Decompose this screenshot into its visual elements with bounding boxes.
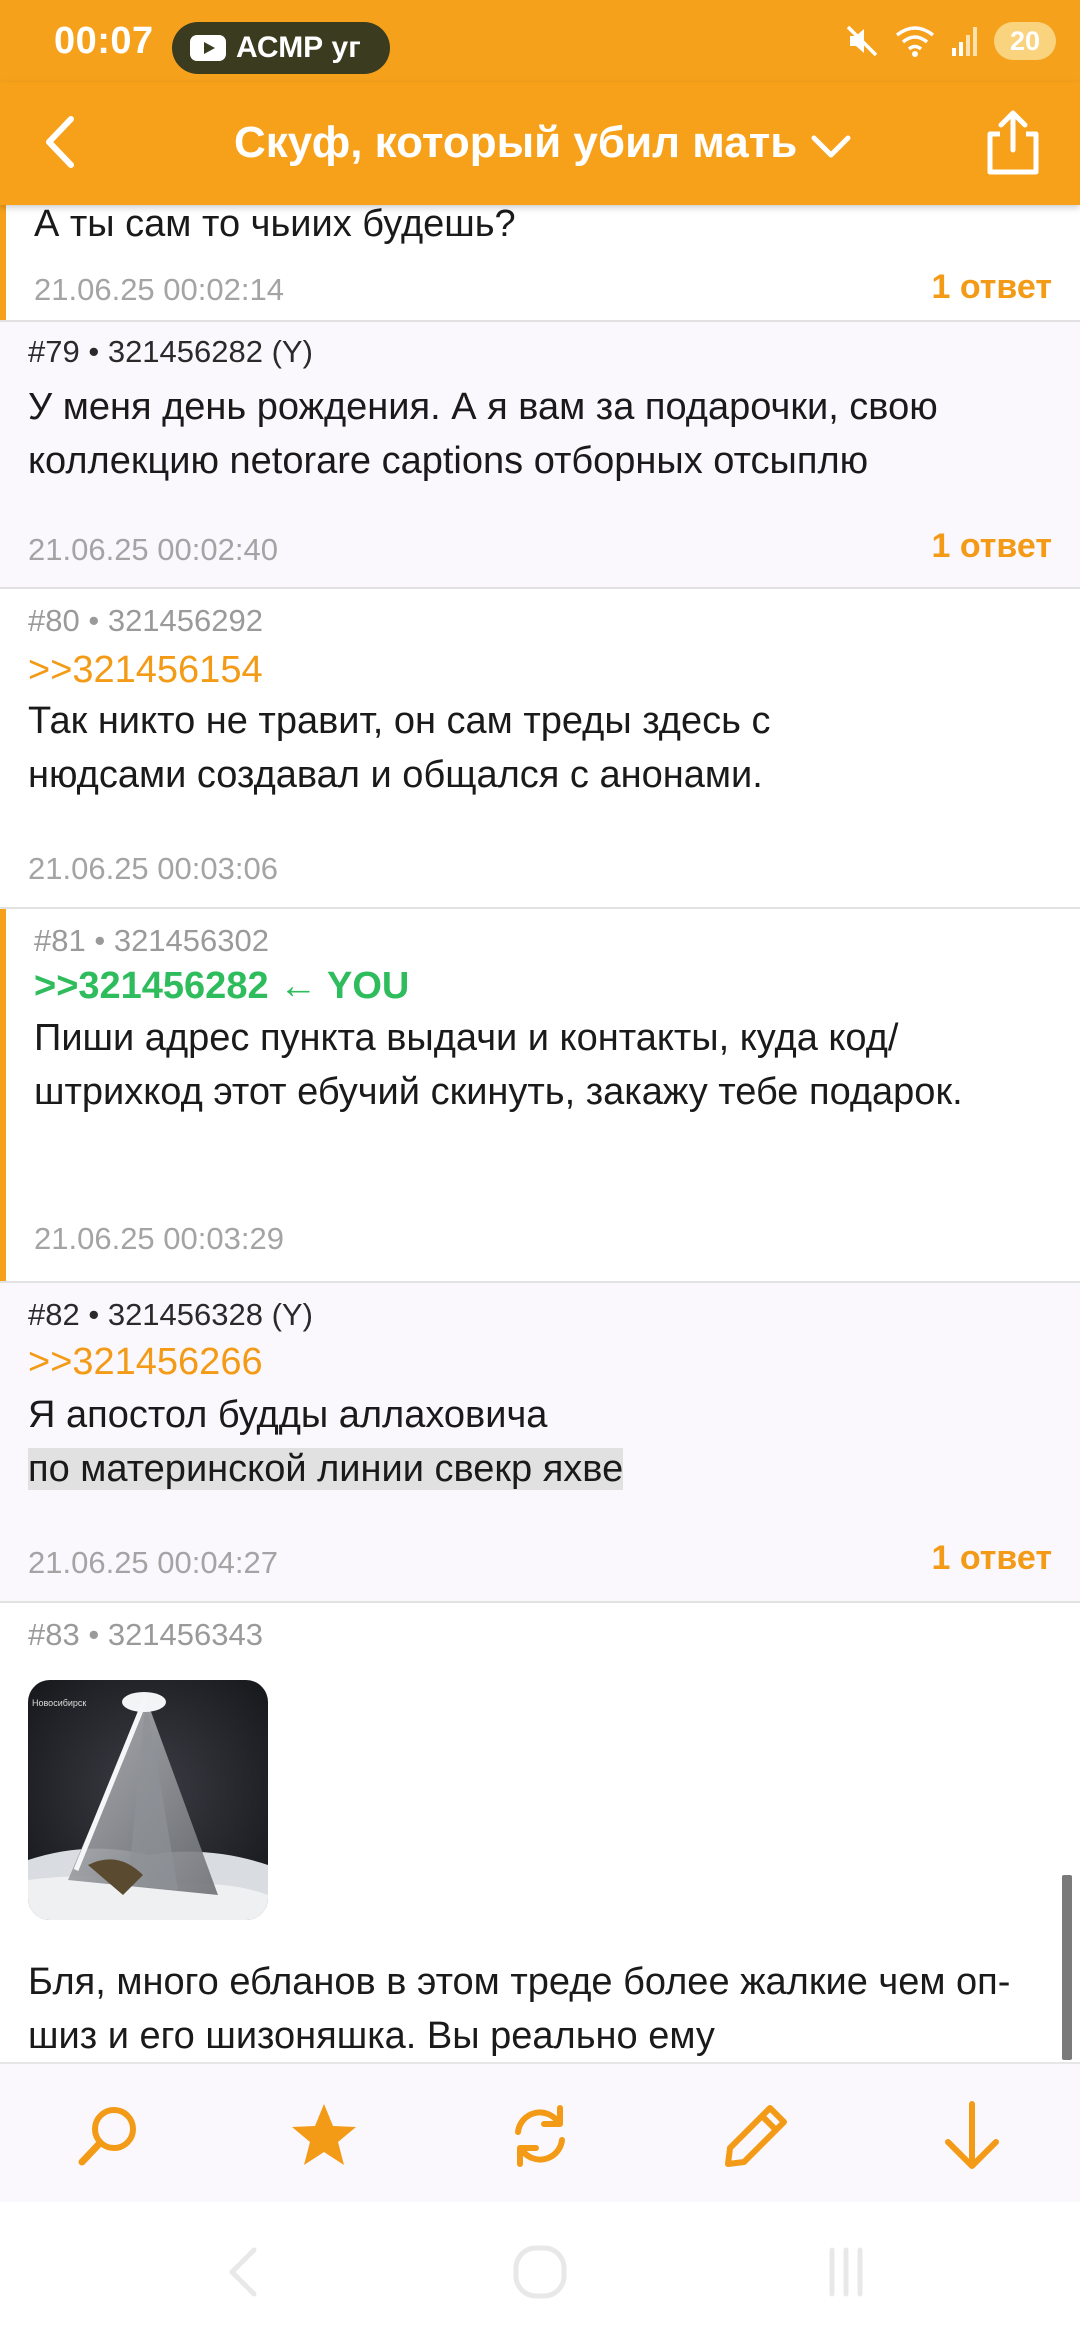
post-image-thumbnail[interactable]: Новосибирск — [28, 1680, 268, 1920]
back-nav-icon[interactable] — [214, 2242, 274, 2302]
reply-link[interactable]: >>321456154 — [28, 649, 263, 692]
post-meta: #80 • 321456292 — [28, 603, 263, 638]
post-text-line: Я апостол будды аллаховича — [28, 1394, 548, 1436]
replies-link[interactable]: 1 ответ — [932, 1539, 1053, 1578]
app-header: Скуф, который убил мать — [0, 82, 1080, 205]
post-number: #79 — [28, 334, 80, 369]
post-text: Пиши адрес пункта выдачи и контакты, куд… — [34, 1017, 963, 1113]
mute-icon — [846, 25, 878, 57]
media-title: АСМР уг — [236, 31, 361, 64]
post-number: #81 — [34, 923, 86, 958]
status-time: 00:07 — [54, 20, 154, 62]
share-icon[interactable] — [982, 108, 1044, 178]
recents-nav-icon[interactable] — [816, 2242, 876, 2302]
wifi-icon — [895, 26, 935, 57]
post-text: Так никто не травит, он сам треды здесь … — [28, 700, 771, 796]
back-button[interactable] — [30, 112, 90, 172]
post-item[interactable]: #82 • 321456328 (Y) >>321456266 Я апосто… — [0, 1283, 1080, 1601]
post-text: Я апостол будды аллаховича по материнско… — [28, 1388, 1048, 1496]
post-item[interactable]: #80 • 321456292 >>321456154 Так никто не… — [0, 589, 1080, 907]
reply-link-you[interactable]: >>321456282 ← YOU — [34, 965, 409, 1008]
post-number: #83 — [28, 1617, 80, 1652]
quote-highlight: по материнской линии свекр яхве — [28, 1448, 624, 1490]
post-text: У меня день рождения. А я вам за подароч… — [28, 386, 938, 482]
you-marker: ← YOU — [279, 965, 410, 1007]
media-notification-pill[interactable]: АСМР уг — [172, 22, 390, 74]
favorite-button[interactable] — [288, 2100, 360, 2172]
post-number: #82 — [28, 1297, 80, 1332]
scroll-down-button[interactable] — [936, 2100, 1008, 2172]
post-item[interactable]: #81 • 321456302 >>321456282 ← YOU Пиши а… — [0, 909, 1080, 1281]
post-item[interactable]: #79 • 321456282 (Y) У меня день рождения… — [0, 322, 1080, 587]
image-caption: Новосибирск — [32, 1698, 87, 1708]
chevron-left-icon — [46, 116, 74, 168]
post-date: 21.06.25 00:02:14 — [34, 272, 284, 307]
search-button[interactable] — [72, 2100, 144, 2172]
replies-link[interactable]: 1 ответ — [932, 268, 1053, 307]
post-id: 321456292 — [107, 603, 263, 638]
post-item[interactable]: #83 • 321456343 Новосибирск Бля, много е… — [0, 1603, 1080, 2062]
post-item[interactable]: А ты сам то чьиих будешь? 21.06.25 00:02… — [0, 205, 1080, 320]
post-text: Бля, много ебланов в этом треде более жа… — [28, 1961, 1011, 2057]
bottom-toolbar — [0, 2062, 1080, 2202]
youtube-icon — [190, 35, 226, 61]
scrollbar[interactable] — [1062, 1875, 1072, 2060]
post-date: 21.06.25 00:02:40 — [28, 532, 278, 567]
pencil-icon — [725, 2105, 787, 2167]
post-meta: #81 • 321456302 — [34, 923, 269, 958]
home-nav-icon[interactable] — [510, 2242, 570, 2302]
thread-title[interactable]: Скуф, который убил мать — [234, 118, 797, 168]
signal-icon — [952, 27, 977, 56]
arrow-down-icon — [945, 2101, 999, 2169]
post-id: 321456302 — [113, 923, 269, 958]
status-icons: 20 — [844, 22, 1056, 60]
image-preview — [28, 1680, 268, 1920]
post-meta: #79 • 321456282 (Y) — [28, 334, 313, 369]
post-meta: #83 • 321456343 — [28, 1617, 263, 1652]
post-number: #80 — [28, 603, 80, 638]
post-list[interactable]: А ты сам то чьиих будешь? 21.06.25 00:02… — [0, 205, 1080, 2062]
chevron-down-icon[interactable] — [808, 126, 854, 166]
post-id: 321456282 (Y) — [107, 334, 313, 369]
post-id: 321456328 (Y) — [107, 1297, 313, 1332]
post-meta: #82 • 321456328 (Y) — [28, 1297, 313, 1332]
refresh-button[interactable] — [504, 2100, 576, 2172]
system-navigation-bar — [0, 2202, 1080, 2340]
star-icon — [292, 2104, 356, 2165]
write-reply-button[interactable] — [720, 2100, 792, 2172]
status-bar: 00:07 АСМР уг 20 — [0, 0, 1080, 82]
post-date: 21.06.25 00:04:27 — [28, 1545, 278, 1580]
post-id: 321456343 — [107, 1617, 263, 1652]
post-text: А ты сам то чьиих будешь? — [34, 205, 516, 245]
battery-icon: 20 — [994, 22, 1056, 60]
post-date: 21.06.25 00:03:06 — [28, 851, 278, 886]
post-date: 21.06.25 00:03:29 — [34, 1221, 284, 1256]
search-icon — [78, 2107, 136, 2166]
reply-link[interactable]: >>321456266 — [28, 1341, 263, 1384]
refresh-icon — [515, 2105, 565, 2167]
replies-link[interactable]: 1 ответ — [932, 527, 1053, 566]
